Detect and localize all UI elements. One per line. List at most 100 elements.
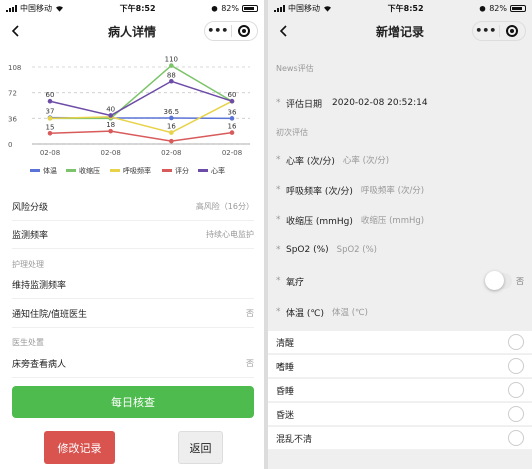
radio-button[interactable] <box>508 382 524 398</box>
respiratory-rate-input[interactable]: 呼吸频率 (次/分) <box>361 184 424 196</box>
maintain-frequency-row: 维持监测频率 <box>12 271 254 299</box>
status-time: 下午8:52 <box>119 3 156 13</box>
systolic-bp-field[interactable]: * 收缩压 (mmHg) 收缩压 (mmHg) <box>276 210 524 230</box>
assessment-date-field[interactable]: * 评估日期 2020-02-08 20:52:14 <box>276 93 524 113</box>
return-button[interactable]: 返回 <box>178 431 223 464</box>
data-label: 15 <box>46 123 55 131</box>
back-icon[interactable] <box>8 23 24 39</box>
heart-rate-label: 心率 (次/分) <box>286 156 335 167</box>
y-tick-label: 0 <box>8 141 12 149</box>
temperature-input[interactable]: 体温 (℃) <box>332 306 368 318</box>
oxygen-therapy-label: 氧疗 <box>286 277 305 288</box>
data-point <box>108 128 113 134</box>
legend-swatch <box>162 169 172 172</box>
news-section-title: News评估 <box>276 64 314 73</box>
spo2-field[interactable]: * SpO2 (%) SpO2 (%) <box>276 240 524 260</box>
consciousness-option[interactable]: 混乱不清 <box>268 427 532 450</box>
target-icon <box>238 25 251 37</box>
temperature-field[interactable]: * 体温 (℃) 体温 (℃) <box>276 302 524 322</box>
legend-swatch <box>30 169 40 172</box>
oxygen-therapy-switch[interactable]: 否 <box>485 271 524 290</box>
x-tick-label: 02-08 <box>161 149 181 157</box>
consciousness-option[interactable]: 昏睡 <box>268 379 532 402</box>
radio-button[interactable] <box>508 358 524 374</box>
legend-label: 评分 <box>175 166 189 175</box>
notify-doctor-label: 通知住院/值班医生 <box>12 310 88 320</box>
data-label: 88 <box>167 71 176 79</box>
modify-record-button[interactable]: 修改记录 <box>44 431 115 464</box>
close-miniprogram-button[interactable] <box>500 25 526 37</box>
systolic-bp-label: 收缩压 (mmHg) <box>286 216 353 227</box>
data-label: 36.5 <box>164 108 180 116</box>
data-label: 18 <box>106 121 115 129</box>
data-point <box>229 116 235 121</box>
alarm-icon <box>479 5 486 12</box>
series-line <box>49 100 233 134</box>
heart-rate-field[interactable]: * 心率 (次/分) 心率 (次/分) <box>276 150 524 170</box>
consciousness-option[interactable]: 昏迷 <box>268 403 532 426</box>
option-label: 昏睡 <box>276 386 295 397</box>
bedside-check-value: 否 <box>246 359 254 368</box>
oxygen-therapy-value: 否 <box>516 276 524 286</box>
status-bar: 中国移动 下午8:52 82% <box>268 0 532 16</box>
nav-bar: 病人详情 ••• <box>0 16 264 46</box>
series-line <box>49 130 233 142</box>
bedside-check-label: 床旁查看病人 <box>12 360 67 370</box>
radio-button[interactable] <box>508 430 524 446</box>
monitor-frequency-label: 监测频率 <box>12 231 49 241</box>
data-point <box>47 131 53 136</box>
respiratory-rate-label: 呼吸频率 (次/分) <box>286 186 353 197</box>
heart-rate-input[interactable]: 心率 (次/分) <box>343 154 389 166</box>
status-time: 下午8:52 <box>387 3 424 13</box>
notify-doctor-value: 否 <box>246 309 254 318</box>
series-line <box>49 80 233 117</box>
close-miniprogram-button[interactable] <box>232 25 258 37</box>
consciousness-option[interactable]: 清醒 <box>268 331 532 354</box>
more-icon[interactable]: ••• <box>473 25 499 37</box>
alarm-icon <box>211 5 218 12</box>
battery-icon <box>510 4 526 12</box>
back-icon[interactable] <box>276 23 292 39</box>
battery-percent: 82% <box>221 3 239 13</box>
new-record-screen: 中国移动 下午8:52 82% 新增记录 ••• News评估 * 评估日期 2… <box>268 0 532 469</box>
initial-section-title: 初次评估 <box>276 128 308 137</box>
data-point <box>169 130 174 135</box>
page-title: 病人详情 <box>107 24 156 39</box>
radio-button[interactable] <box>508 406 524 422</box>
data-label: 40 <box>106 105 115 113</box>
legend-label: 体温 <box>43 166 57 175</box>
spo2-input[interactable]: SpO2 (%) <box>337 245 377 255</box>
maintain-frequency-label: 维持监测频率 <box>12 281 67 291</box>
temperature-label: 体温 (℃) <box>286 308 324 319</box>
data-point <box>47 116 53 121</box>
data-label: 16 <box>228 123 237 131</box>
data-label: 36 <box>228 108 237 116</box>
more-icon[interactable]: ••• <box>205 25 231 37</box>
signal-icon <box>274 4 285 12</box>
risk-level-value: 高风险（16分） <box>195 202 254 211</box>
monitor-frequency-row: 监测频率 持续心电监护 <box>12 221 254 249</box>
daily-check-button[interactable]: 每日核查 <box>12 386 254 418</box>
data-label: 60 <box>228 91 237 99</box>
risk-level-row: 风险分级 高风险（16分） <box>12 193 254 221</box>
toggle-switch[interactable] <box>485 271 512 290</box>
bedside-check-row: 床旁查看病人 否 <box>12 350 254 378</box>
systolic-bp-input[interactable]: 收缩压 (mmHg) <box>361 214 424 226</box>
legend-swatch <box>66 169 76 172</box>
nursing-section-title: 护理处理 <box>12 260 44 269</box>
page-title: 新增记录 <box>375 24 424 39</box>
patient-detail-screen: 中国移动 下午8:52 82% 病人详情 ••• 108 72 36 0 02-08 02… <box>0 0 264 469</box>
status-bar: 中国移动 下午8:52 82% <box>0 0 264 16</box>
risk-level-label: 风险分级 <box>12 203 49 213</box>
notify-doctor-row: 通知住院/值班医生 否 <box>12 300 254 328</box>
consciousness-option[interactable]: 嗜睡 <box>268 355 532 378</box>
radio-button[interactable] <box>508 334 524 350</box>
monitor-frequency-value: 持续心电监护 <box>206 230 254 239</box>
respiratory-rate-field[interactable]: * 呼吸频率 (次/分) 呼吸频率 (次/分) <box>276 180 524 200</box>
battery-percent: 82% <box>489 3 507 13</box>
data-label: 16 <box>167 123 176 131</box>
wifi-icon <box>324 5 331 12</box>
doctor-section-title: 医生处置 <box>12 338 44 347</box>
data-point <box>169 63 174 68</box>
battery-icon <box>242 4 258 12</box>
